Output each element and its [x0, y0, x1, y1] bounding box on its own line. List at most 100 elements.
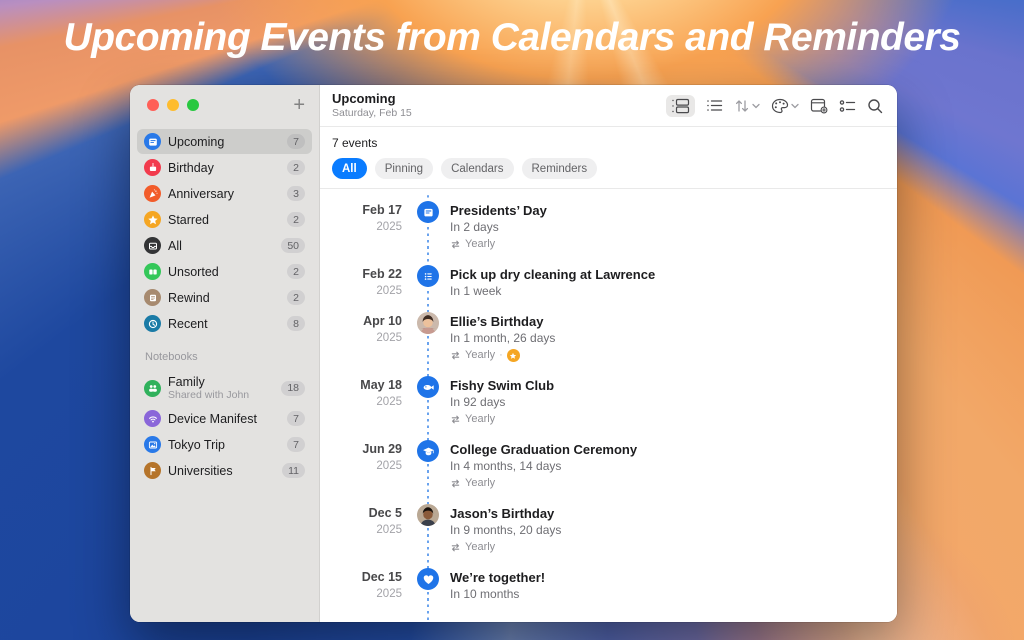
events-count: 7 events	[332, 136, 885, 150]
event-title: Presidents’ Day	[450, 202, 547, 219]
count-badge: 50	[281, 238, 305, 253]
filter-bar: 7 events All Pinning Calendars Reminders	[320, 127, 897, 189]
sidebar-item-label: Starred	[168, 213, 209, 227]
sidebar-item-tokyo-trip[interactable]: Tokyo Trip 7	[137, 432, 312, 457]
count-badge: 7	[287, 437, 305, 452]
sidebar-item-label: Family	[168, 375, 249, 389]
app-window: + Upcoming 7 Birthday 2 Ann	[130, 85, 897, 622]
starred-badge-icon	[507, 349, 520, 362]
graduation-cap-icon	[417, 440, 439, 462]
sidebar-item-label: Unsorted	[168, 265, 219, 279]
timeline-view-button[interactable]	[666, 95, 695, 117]
count-badge: 2	[287, 264, 305, 279]
sidebar-item-family[interactable]: Family Shared with John 18	[137, 371, 312, 405]
minimize-button[interactable]	[167, 99, 179, 111]
event-date: Feb 22	[320, 266, 402, 283]
sidebar-item-universities[interactable]: Universities 11	[137, 458, 312, 483]
checklist-button[interactable]	[839, 99, 856, 113]
new-event-calendar-button[interactable]	[810, 97, 828, 114]
sidebar-item-all[interactable]: All 50	[137, 233, 312, 258]
sidebar-item-sublabel: Shared with John	[168, 389, 249, 401]
wifi-icon	[144, 410, 161, 427]
count-badge: 3	[287, 186, 305, 201]
list-view-button[interactable]	[706, 98, 723, 113]
event-countdown: In 2 days	[450, 219, 547, 236]
toolbar	[666, 95, 883, 117]
timeline-event[interactable]: Apr 10 2025 Ellie’s Birthday In 1 month,…	[320, 313, 897, 364]
sidebar-item-label: All	[168, 239, 182, 253]
count-badge: 2	[287, 212, 305, 227]
filter-chip-reminders[interactable]: Reminders	[522, 158, 598, 179]
photo-icon	[144, 436, 161, 453]
repeat-icon	[450, 414, 461, 425]
tray-icon	[144, 237, 161, 254]
event-recurrence: Yearly	[450, 411, 554, 428]
count-badge: 2	[287, 290, 305, 305]
event-year: 2025	[320, 522, 402, 539]
event-recurrence: Yearly	[450, 236, 547, 253]
calendar-icon	[417, 201, 439, 223]
event-countdown: In 10 months	[450, 586, 545, 603]
event-date: Dec 15	[320, 569, 402, 586]
sidebar-item-label: Upcoming	[168, 135, 224, 149]
timeline-event[interactable]: Feb 22 2025 Pick up dry cleaning at Lawr…	[320, 266, 897, 300]
event-countdown: In 9 months, 20 days	[450, 522, 561, 539]
squares-icon	[144, 263, 161, 280]
avatar	[417, 312, 439, 334]
reminders-icon	[417, 265, 439, 287]
timeline-event[interactable]: Jun 29 2025 College Graduation Ceremony …	[320, 441, 897, 492]
count-badge: 7	[287, 134, 305, 149]
sort-button[interactable]	[734, 98, 760, 114]
clock-icon	[144, 315, 161, 332]
event-year: 2025	[320, 219, 402, 236]
event-title: Fishy Swim Club	[450, 377, 554, 394]
cake-icon	[144, 159, 161, 176]
sidebar-smart-lists: Upcoming 7 Birthday 2 Anniversary 3	[130, 125, 319, 337]
timeline-event[interactable]: Dec 5 2025 Jason’s Birthday In 9 months,…	[320, 505, 897, 556]
appearance-palette-button[interactable]	[771, 98, 799, 114]
sidebar-item-anniversary[interactable]: Anniversary 3	[137, 181, 312, 206]
sidebar-item-rewind[interactable]: Rewind 2	[137, 285, 312, 310]
journal-icon	[144, 289, 161, 306]
sidebar-item-label: Birthday	[168, 161, 214, 175]
sidebar-item-label: Recent	[168, 317, 208, 331]
count-badge: 11	[282, 463, 305, 478]
event-year: 2025	[320, 283, 402, 300]
filter-chip-pinning[interactable]: Pinning	[375, 158, 433, 179]
sidebar-item-birthday[interactable]: Birthday 2	[137, 155, 312, 180]
sidebar-item-starred[interactable]: Starred 2	[137, 207, 312, 232]
event-date: Apr 10	[320, 313, 402, 330]
repeat-icon	[450, 350, 461, 361]
sidebar-item-unsorted[interactable]: Unsorted 2	[137, 259, 312, 284]
search-icon[interactable]	[867, 98, 883, 114]
repeat-icon	[450, 542, 461, 553]
count-badge: 18	[281, 381, 305, 396]
people-icon	[144, 380, 161, 397]
sidebar-item-device-manifest[interactable]: Device Manifest 7	[137, 406, 312, 431]
filter-chip-calendars[interactable]: Calendars	[441, 158, 513, 179]
page-title: Upcoming	[332, 91, 412, 107]
timeline-event[interactable]: Feb 17 2025 Presidents’ Day In 2 days Ye…	[320, 202, 897, 253]
event-title: College Graduation Ceremony	[450, 441, 637, 458]
sidebar: + Upcoming 7 Birthday 2 Ann	[130, 85, 320, 622]
sidebar-item-upcoming[interactable]: Upcoming 7	[137, 129, 312, 154]
timeline-event[interactable]: May 18 2025 Fishy Swim Club In 92 days Y…	[320, 377, 897, 428]
event-date: Feb 17	[320, 202, 402, 219]
zoom-button[interactable]	[187, 99, 199, 111]
event-year: 2025	[320, 394, 402, 411]
hero-title: Upcoming Events from Calendars and Remin…	[0, 16, 1024, 60]
close-button[interactable]	[147, 99, 159, 111]
sidebar-item-recent[interactable]: Recent 8	[137, 311, 312, 336]
sidebar-item-label: Device Manifest	[168, 412, 257, 426]
timeline-event[interactable]: Dec 15 2025 We’re together! In 10 months	[320, 569, 897, 603]
window-titlebar: +	[130, 85, 319, 125]
events-timeline: Feb 17 2025 Presidents’ Day In 2 days Ye…	[320, 189, 897, 622]
party-popper-icon	[144, 185, 161, 202]
filter-chip-all[interactable]: All	[332, 158, 367, 179]
heart-icon	[417, 568, 439, 590]
event-recurrence: Yearly	[450, 539, 561, 556]
event-countdown: In 1 month, 26 days	[450, 330, 555, 347]
event-date: Jun 29	[320, 441, 402, 458]
add-button[interactable]: +	[293, 95, 305, 115]
star-icon	[144, 211, 161, 228]
